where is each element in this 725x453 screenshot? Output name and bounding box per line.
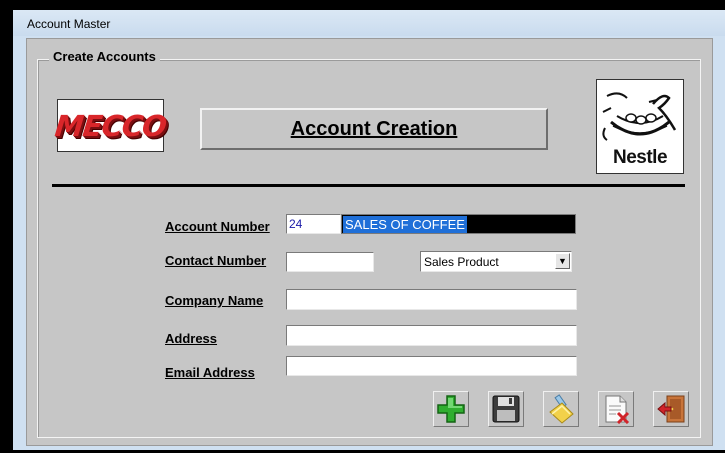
- exit-button[interactable]: [653, 391, 689, 427]
- company-name-label: Company Name: [165, 293, 264, 308]
- account-name-input[interactable]: SALES OF COFFEE: [341, 214, 576, 234]
- account-number-input[interactable]: [286, 214, 341, 234]
- account-master-window: Account Master Create Accounts MECCO Acc…: [13, 10, 725, 450]
- company-name-input[interactable]: [286, 289, 577, 310]
- delete-button[interactable]: [598, 391, 634, 427]
- delete-icon: [605, 395, 630, 424]
- add-button[interactable]: [433, 391, 469, 427]
- clear-button[interactable]: [543, 391, 579, 427]
- group-label: Create Accounts: [49, 49, 160, 64]
- page-title: Account Creation: [290, 117, 458, 140]
- save-icon: [492, 395, 520, 423]
- account-type-value: Sales Product: [424, 255, 499, 269]
- account-type-select[interactable]: Sales Product ▼: [420, 251, 572, 272]
- save-button[interactable]: [488, 391, 524, 427]
- nestle-logo-text: Nestle: [612, 147, 668, 168]
- chevron-down-icon[interactable]: ▼: [555, 253, 570, 269]
- mecco-logo: MECCO: [53, 99, 168, 152]
- window-title: Account Master: [13, 10, 725, 36]
- contact-number-input[interactable]: [286, 252, 374, 272]
- email-address-input[interactable]: [286, 356, 577, 376]
- client-area: Create Accounts MECCO Account Creation N…: [26, 38, 713, 446]
- account-name-selected-text: SALES OF COFFEE: [343, 216, 467, 233]
- nest-bird-icon: [602, 92, 677, 141]
- contact-number-label: Contact Number: [165, 253, 267, 268]
- add-icon: [437, 395, 465, 423]
- mecco-logo-text: MECCO: [53, 108, 168, 143]
- email-address-label: Email Address: [165, 365, 255, 380]
- title-panel: Account Creation: [200, 108, 548, 150]
- divider-line: [52, 184, 685, 187]
- exit-icon: [657, 395, 685, 423]
- address-input[interactable]: [286, 325, 577, 346]
- clear-icon: [549, 394, 574, 424]
- nestle-logo: Nestle: [596, 79, 684, 174]
- account-number-label: Account Number: [165, 219, 270, 234]
- address-label: Address: [165, 331, 218, 346]
